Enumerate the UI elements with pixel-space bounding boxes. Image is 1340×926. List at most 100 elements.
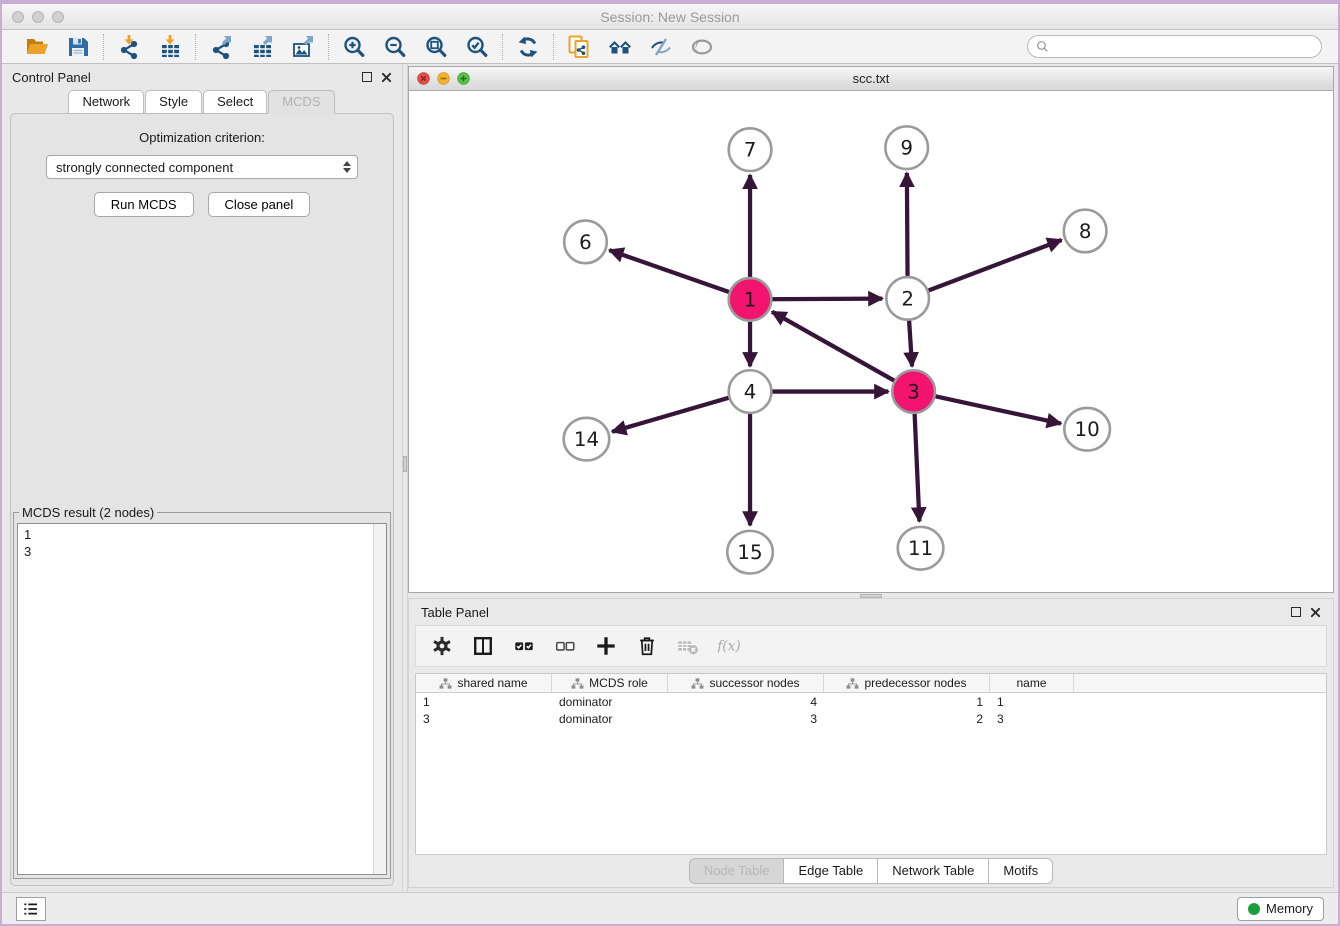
search-box[interactable] (1027, 35, 1322, 58)
cell[interactable]: 1 (824, 695, 990, 709)
import-network-icon[interactable] (117, 35, 141, 59)
node-label-14: 14 (574, 428, 599, 451)
zoom-in-icon[interactable] (342, 35, 366, 59)
tab-mcds[interactable]: MCDS (268, 90, 334, 114)
control-panel-header: Control Panel (2, 64, 402, 90)
toolbar-groups (12, 34, 727, 60)
save-icon[interactable] (66, 35, 90, 59)
window-zoom-button[interactable] (52, 11, 64, 23)
table-panel-float-icon[interactable] (1291, 607, 1301, 617)
node-label-8: 8 (1079, 220, 1092, 243)
tab-motifs[interactable]: Motifs (988, 858, 1053, 884)
criterion-select[interactable]: strongly connected component (46, 155, 358, 179)
zoom-selected-icon[interactable] (465, 35, 489, 59)
column-header-successor-nodes[interactable]: successor nodes (668, 674, 824, 692)
cell[interactable]: 1 (416, 695, 552, 709)
splitter-grip[interactable] (403, 456, 407, 472)
cell[interactable]: dominator (552, 695, 668, 709)
control-panel-float-icon[interactable] (362, 72, 372, 82)
home-icon[interactable] (608, 35, 632, 59)
network-file-icon[interactable] (567, 35, 591, 59)
task-history-button[interactable] (16, 897, 46, 921)
export-table-icon[interactable] (250, 35, 274, 59)
window-minimize-button[interactable] (32, 11, 44, 23)
window-titlebar: Session: New Session (2, 4, 1338, 30)
tree-icon (691, 677, 704, 690)
import-table-icon[interactable] (158, 35, 182, 59)
cell[interactable]: 3 (990, 712, 1074, 726)
column-header-name[interactable]: name (990, 674, 1074, 692)
svg-text:f(x): f(x) (718, 639, 740, 655)
eye-icon[interactable] (690, 35, 714, 59)
horizontal-splitter-grip[interactable] (860, 594, 882, 598)
cell[interactable]: 2 (824, 712, 990, 726)
add-icon[interactable] (595, 635, 617, 657)
mcds-result-textarea[interactable]: 1 3 (17, 523, 387, 875)
table-row[interactable]: 1dominator411 (416, 693, 1326, 710)
mcds-result-group: MCDS result (2 nodes) 1 3 (13, 505, 391, 879)
zoom-out-icon[interactable] (383, 35, 407, 59)
node-label-4: 4 (744, 381, 757, 404)
search-input[interactable] (1054, 39, 1313, 54)
node-label-10: 10 (1075, 418, 1100, 441)
node-label-3: 3 (907, 381, 920, 404)
open-folder-icon[interactable] (25, 35, 49, 59)
close-panel-button[interactable]: Close panel (208, 192, 311, 217)
main-region: Control Panel NetworkStyleSelectMCDS Opt… (2, 64, 1338, 892)
table-panel: Table Panel f(x) shared nameMCDS rolesuc… (408, 598, 1334, 888)
tab-network[interactable]: Network (68, 90, 144, 114)
column-header-MCDS-role[interactable]: MCDS role (552, 674, 668, 692)
zoom-fit-icon[interactable] (424, 35, 448, 59)
column-header-predecessor-nodes[interactable]: predecessor nodes (824, 674, 990, 692)
edge-3-1[interactable] (772, 312, 914, 392)
tab-select[interactable]: Select (203, 90, 267, 114)
horizontal-splitter[interactable] (408, 593, 1334, 598)
tab-edge-table[interactable]: Edge Table (783, 858, 878, 884)
gear-icon[interactable] (431, 635, 453, 657)
window-controls[interactable] (12, 11, 64, 23)
eye-slash-icon[interactable] (649, 35, 673, 59)
table-panel-header: Table Panel (409, 599, 1333, 625)
panel-splitter[interactable] (402, 64, 408, 892)
table-toolbar: f(x) (415, 625, 1327, 667)
table-panel-close-icon[interactable] (1310, 607, 1321, 618)
tab-network-table[interactable]: Network Table (877, 858, 989, 884)
application-window: Session: New Session Control Panel Netwo… (0, 0, 1340, 926)
cell[interactable]: 3 (668, 712, 824, 726)
tab-style[interactable]: Style (145, 90, 202, 114)
window-title: Session: New Session (2, 9, 1338, 25)
select-all-icon[interactable] (513, 635, 535, 657)
table-body: 1dominator4113dominator323 (416, 693, 1326, 854)
export-network-icon[interactable] (209, 35, 233, 59)
window-close-button[interactable] (12, 11, 24, 23)
tab-node-table[interactable]: Node Table (689, 858, 785, 884)
export-image-icon[interactable] (291, 35, 315, 59)
tree-icon (571, 677, 584, 690)
task-list-icon (22, 901, 40, 917)
memory-button[interactable]: Memory (1237, 897, 1324, 921)
cell[interactable]: 1 (990, 695, 1074, 709)
node-label-15: 15 (737, 541, 762, 564)
columns-icon[interactable] (472, 635, 494, 657)
refresh-icon[interactable] (516, 35, 540, 59)
select-stepper-icon (340, 158, 353, 176)
function-icon: f(x) (718, 635, 740, 657)
control-panel-tabs: NetworkStyleSelectMCDS (2, 90, 402, 114)
deselect-all-icon[interactable] (554, 635, 576, 657)
edge-2-8[interactable] (908, 240, 1062, 298)
network-minimize-icon[interactable] (437, 72, 450, 85)
network-canvas[interactable]: 7968124314101511 (409, 91, 1333, 592)
cell[interactable]: 3 (416, 712, 552, 726)
delete-icon[interactable] (636, 635, 658, 657)
cell[interactable]: dominator (552, 712, 668, 726)
cell[interactable]: 4 (668, 695, 824, 709)
table-row[interactable]: 3dominator323 (416, 710, 1326, 727)
network-close-icon[interactable] (417, 72, 430, 85)
network-zoom-icon[interactable] (457, 72, 470, 85)
edge-3-10[interactable] (914, 392, 1061, 424)
column-header-filler (1074, 674, 1326, 692)
run-mcds-button[interactable]: Run MCDS (94, 192, 194, 217)
control-panel-close-icon[interactable] (381, 72, 392, 83)
column-header-shared-name[interactable]: shared name (416, 674, 552, 692)
mcds-result-scrollbar[interactable] (373, 524, 386, 874)
